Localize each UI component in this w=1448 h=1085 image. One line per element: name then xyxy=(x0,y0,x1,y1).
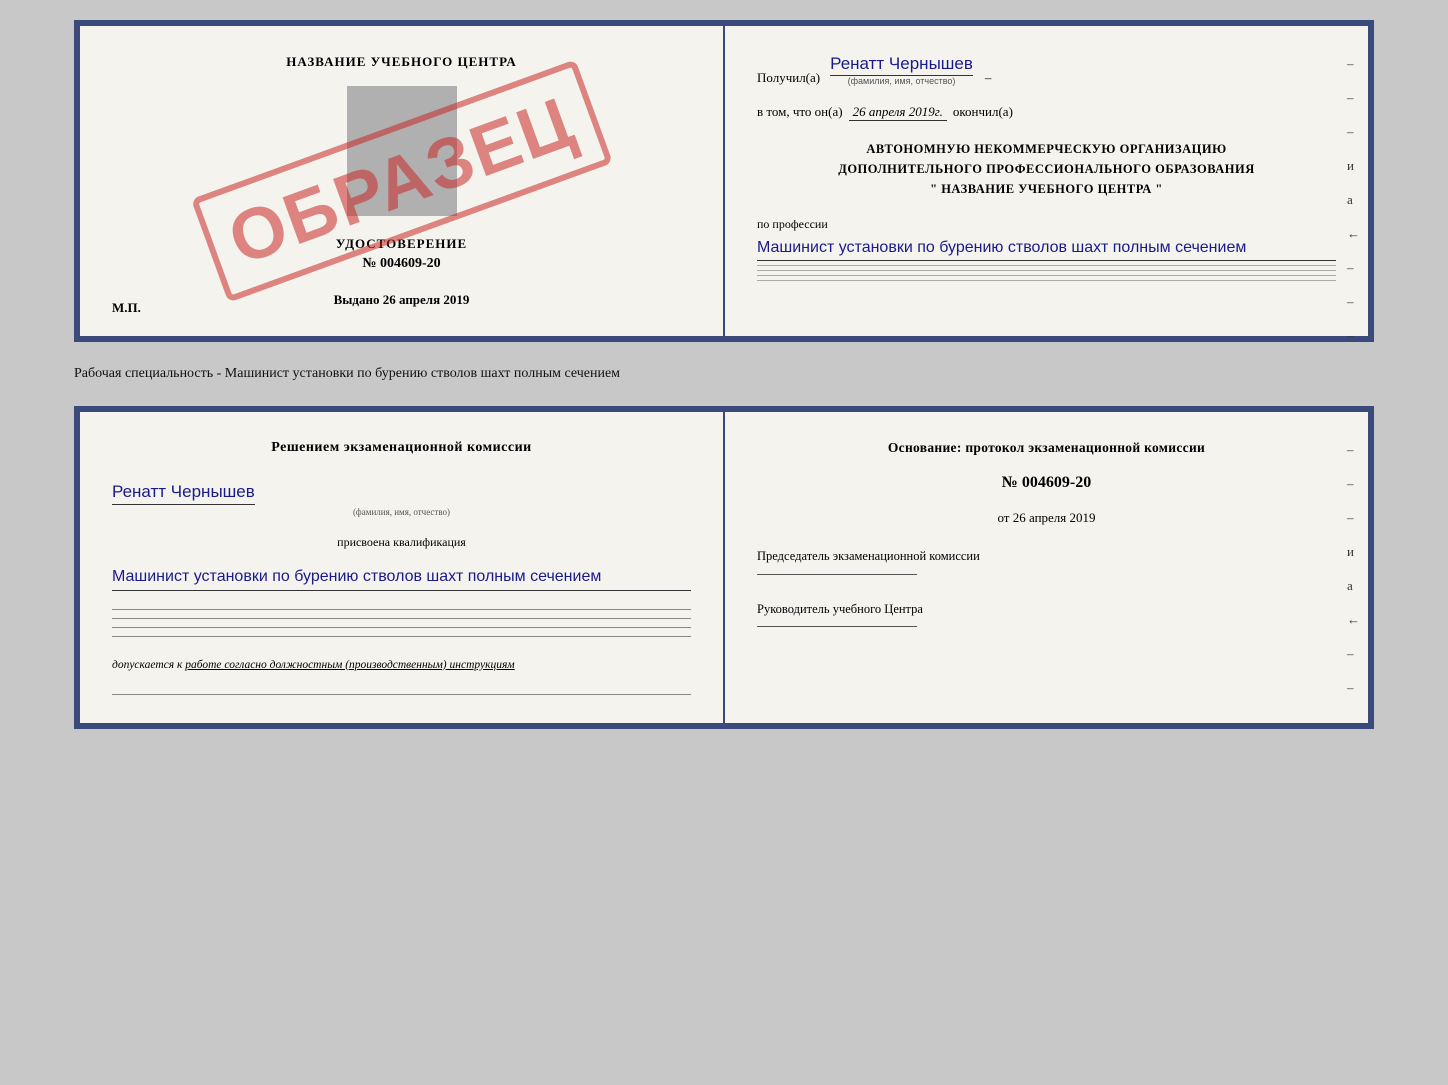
osnovanie-title: Основание: протокол экзаменационной коми… xyxy=(757,440,1336,456)
poluchil-line: Получил(а) Ренатт Чернышев (фамилия, имя… xyxy=(757,54,1336,86)
top-document: НАЗВАНИЕ УЧЕБНОГО ЦЕНТРА УДОСТОВЕРЕНИЕ №… xyxy=(74,20,1374,342)
vtom-date: 26 апреля 2019г. xyxy=(849,104,947,121)
mp-label: М.П. xyxy=(112,300,141,316)
bottom-person-name: Ренатт Чернышев xyxy=(112,482,255,505)
bottom-name-block: Ренатт Чернышев (фамилия, имя, отчество) xyxy=(112,478,691,517)
right-dashes-bottom: – – – и а ← – – xyxy=(1347,442,1360,696)
vydano-label: Выдано xyxy=(334,292,380,307)
vtom-line: в том, что он(а) 26 апреля 2019г. окончи… xyxy=(757,104,1336,121)
professiya-name: Машинист установки по бурению стволов ша… xyxy=(757,236,1336,261)
dopuskaetsya-underline: работе согласно должностным (производств… xyxy=(185,659,514,671)
vydano-line: Выдано 26 апреля 2019 xyxy=(334,292,470,308)
po-professii-label: по профессии xyxy=(757,217,1336,232)
bottom-right-content: Основание: протокол экзаменационной коми… xyxy=(757,440,1336,631)
qualification-text: Машинист установки по бурению стволов ша… xyxy=(112,564,691,591)
professiya-block: по профессии Машинист установки по бурен… xyxy=(757,217,1336,285)
protocol-num: № 004609-20 xyxy=(757,474,1336,492)
udostoverenie-title: УДОСТОВЕРЕНИЕ xyxy=(336,236,467,252)
predsedatel-block: Председатель экзаменационной комиссии xyxy=(757,548,1336,579)
ot-date: 26 апреля 2019 xyxy=(1013,510,1096,525)
dopuskaetsya-text: допускается к работе согласно должностны… xyxy=(112,657,691,674)
prisvoena-label: присвоена квалификация xyxy=(112,535,691,550)
bottom-lines xyxy=(112,609,691,637)
fio-caption-bottom: (фамилия, имя, отчество) xyxy=(112,507,691,517)
bottom-doc-left: Решением экзаменационной комиссии Ренатт… xyxy=(80,412,725,723)
photo-placeholder xyxy=(347,86,457,216)
udostoverenie-block: УДОСТОВЕРЕНИЕ № 004609-20 xyxy=(336,236,467,272)
bottom-document: Решением экзаменационной комиссии Ренатт… xyxy=(74,406,1374,729)
org-line2: ДОПОЛНИТЕЛЬНОГО ПРОФЕССИОНАЛЬНОГО ОБРАЗО… xyxy=(757,159,1336,179)
top-doc-right: Получил(а) Ренатт Чернышев (фамилия, имя… xyxy=(725,26,1368,336)
predsedatel-title: Председатель экзаменационной комиссии xyxy=(757,548,1336,566)
specialty-label: Рабочая специальность - Машинист установ… xyxy=(74,358,1374,390)
poluchil-name: Ренатт Чернышев (фамилия, имя, отчество) xyxy=(830,54,973,86)
org-line3: " НАЗВАНИЕ УЧЕБНОГО ЦЕНТРА " xyxy=(757,179,1336,199)
ot-date-block: от 26 апреля 2019 xyxy=(757,510,1336,526)
okonchil-label: окончил(а) xyxy=(953,104,1013,120)
udostoverenie-num: № 004609-20 xyxy=(336,256,467,272)
top-doc-left: НАЗВАНИЕ УЧЕБНОГО ЦЕНТРА УДОСТОВЕРЕНИЕ №… xyxy=(80,26,725,336)
org-block: АВТОНОМНУЮ НЕКОММЕРЧЕСКУЮ ОРГАНИЗАЦИЮ ДО… xyxy=(757,139,1336,199)
poluchil-label: Получил(а) xyxy=(757,70,820,86)
org-line1: АВТОНОМНУЮ НЕКОММЕРЧЕСКУЮ ОРГАНИЗАЦИЮ xyxy=(757,139,1336,159)
bottom-doc-right: Основание: протокол экзаменационной коми… xyxy=(725,412,1368,723)
vtom-label: в том, что он(а) xyxy=(757,104,843,120)
rukovoditel-block: Руководитель учебного Центра xyxy=(757,601,1336,632)
ot-label: от xyxy=(997,510,1009,525)
top-center-title: НАЗВАНИЕ УЧЕБНОГО ЦЕНТРА xyxy=(286,54,517,70)
fio-caption-top: (фамилия, имя, отчество) xyxy=(830,76,973,86)
vydano-date: 26 апреля 2019 xyxy=(383,292,470,307)
top-right-content: Получил(а) Ренатт Чернышев (фамилия, имя… xyxy=(757,54,1336,285)
right-dashes-top: – – – и а ← – – – xyxy=(1347,56,1360,344)
resheniem-title: Решением экзаменационной комиссии xyxy=(112,440,691,456)
rukovoditel-title: Руководитель учебного Центра xyxy=(757,601,1336,619)
